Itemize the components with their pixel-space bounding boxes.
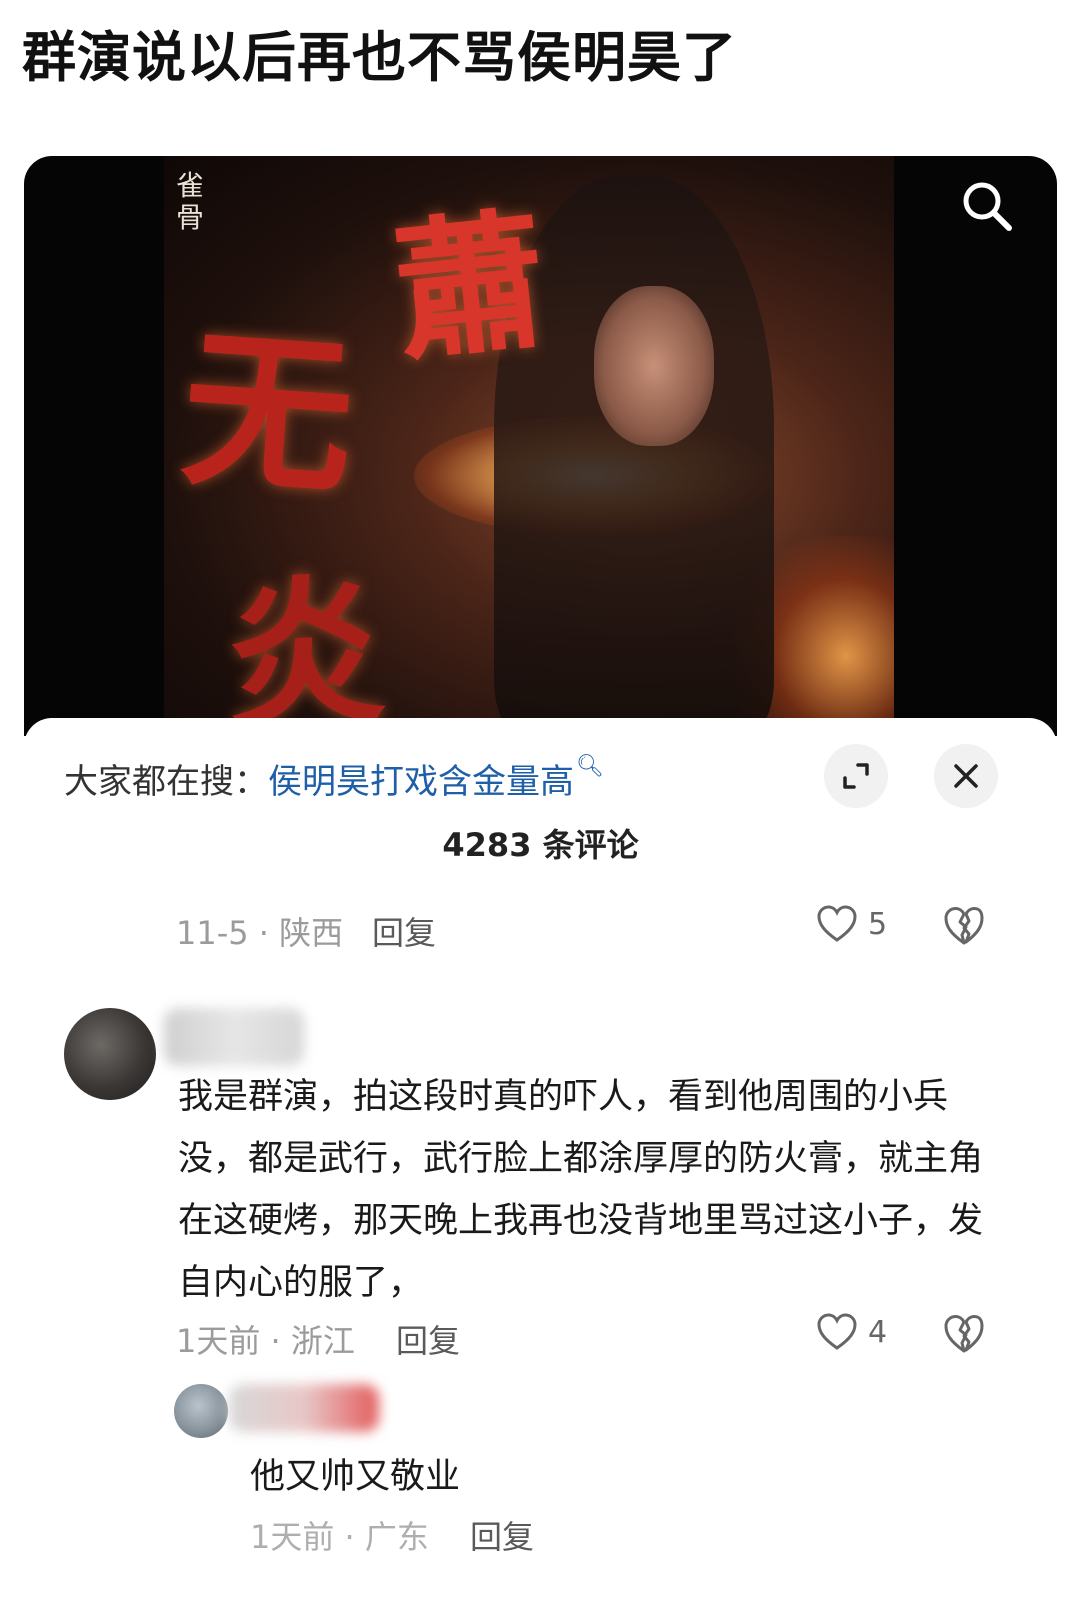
video-still: 蕭 无 炎 雀骨 — [164, 156, 894, 736]
heart-icon — [817, 1313, 857, 1350]
comment-panel: 大家都在搜：侯明昊打戏含金量高🔍︎ 4283 条评论 11-5 · 陕西 回复 … — [24, 718, 1057, 1616]
reply-button[interactable]: 回复 — [372, 908, 436, 954]
title-calligraphy-1: 蕭 — [386, 191, 555, 383]
like-button[interactable]: 5 — [816, 904, 887, 944]
like-button[interactable]: 4 — [816, 1312, 887, 1352]
close-button[interactable] — [934, 744, 998, 808]
title-calligraphy-3: 炎 — [219, 556, 390, 736]
series-logo: 雀骨 — [176, 169, 205, 234]
expand-button[interactable] — [824, 744, 888, 808]
video-player[interactable]: 蕭 无 炎 雀骨 — [24, 156, 1057, 736]
title-calligraphy-2: 无 — [176, 308, 360, 520]
hot-search-prefix: 大家都在搜： — [64, 762, 268, 802]
broken-heart-icon[interactable] — [942, 904, 986, 948]
reply-button[interactable]: 回复 — [470, 1512, 534, 1558]
reply-button[interactable]: 回复 — [396, 1316, 460, 1362]
comment-text: 我是群演，拍这段时真的吓人，看到他周围的小兵没，都是武行，武行脸上都涂厚厚的防火… — [178, 1077, 984, 1303]
username-blurred[interactable] — [229, 1384, 379, 1432]
search-icon — [963, 182, 1012, 231]
hot-search-bar[interactable]: 大家都在搜：侯明昊打戏含金量高🔍︎ — [64, 754, 604, 803]
comment-text: 他又帅又敬业 — [250, 1457, 461, 1497]
username-blurred[interactable] — [164, 1008, 304, 1066]
comment-meta: 1天前 · 广东 — [250, 1518, 429, 1556]
post-headline: 群演说以后再也不骂侯明昊了 — [22, 26, 737, 89]
close-icon — [954, 764, 978, 788]
like-count: 4 — [868, 1314, 888, 1350]
comment-meta: 11-5 · 陕西 — [176, 914, 344, 952]
small-search-icon: 🔍︎ — [576, 754, 604, 779]
search-button[interactable] — [957, 176, 1017, 236]
comment-meta: 1天前 · 浙江 — [176, 1322, 355, 1360]
hot-search-query[interactable]: 侯明昊打戏含金量高 — [268, 762, 574, 802]
broken-heart-icon[interactable] — [942, 1312, 986, 1356]
like-count: 5 — [868, 906, 888, 942]
avatar[interactable] — [174, 1384, 228, 1438]
comment-count: 4283 条评论 — [442, 826, 639, 864]
expand-icon — [843, 763, 869, 789]
avatar[interactable] — [64, 1008, 156, 1100]
heart-icon — [817, 905, 857, 942]
